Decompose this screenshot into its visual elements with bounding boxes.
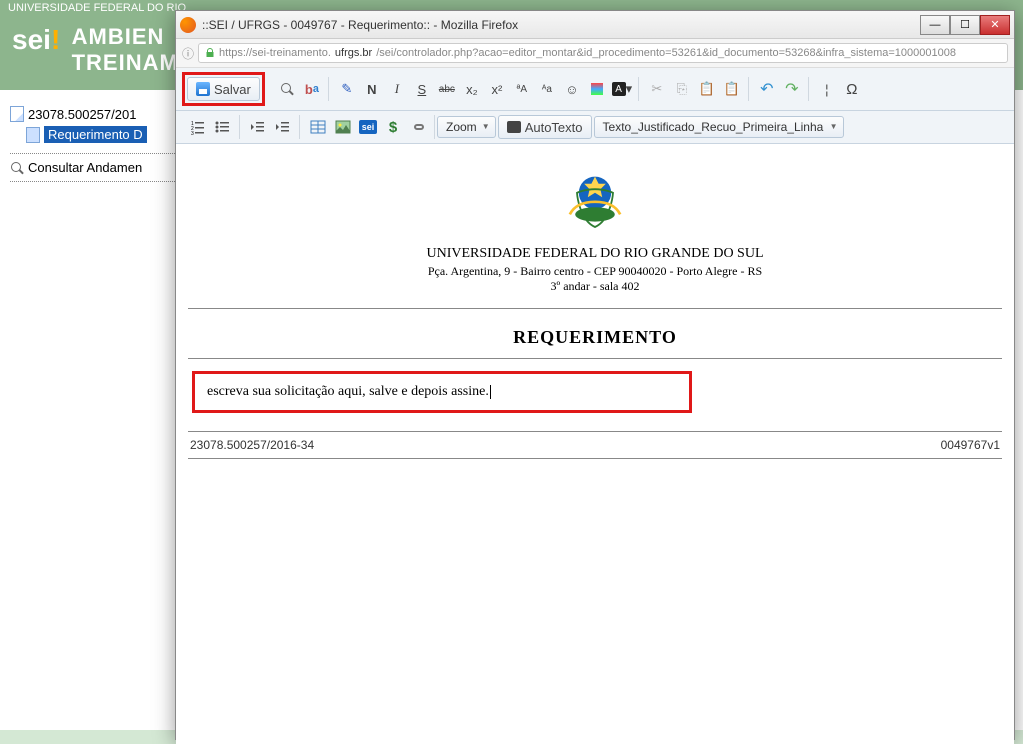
autotext-icon	[507, 121, 521, 133]
consult-label: Consultar Andamen	[28, 160, 142, 175]
emoji-button[interactable]: ☺	[560, 77, 584, 101]
outdent-button[interactable]	[246, 115, 270, 139]
doc-title-block: REQUERIMENTO	[188, 309, 1002, 359]
url-rest: /sei/controlador.php?acao=editor_montar&…	[376, 47, 956, 59]
tree-child-label: Requerimento D	[44, 126, 147, 143]
folder-icon	[10, 106, 24, 122]
university-address: Pça. Argentina, 9 - Bairro centro - CEP …	[198, 264, 992, 279]
document-icon	[26, 127, 40, 143]
window-title: ::SEI / UFRGS - 0049767 - Requerimento::…	[202, 18, 920, 32]
university-floor: 3º andar - sala 402	[198, 279, 992, 294]
lowercase-button[interactable]: ᴬa	[535, 77, 559, 101]
undo-button[interactable]: ↶	[755, 77, 779, 101]
paste-special-button[interactable]: 📋	[720, 77, 744, 101]
document-page: UNIVERSIDADE FEDERAL DO RIO GRANDE DO SU…	[188, 144, 1002, 459]
maximize-button[interactable]: ☐	[950, 15, 980, 35]
ordered-list-button[interactable]: 123	[186, 115, 210, 139]
zoom-dropdown[interactable]: Zoom	[437, 116, 496, 138]
save-button[interactable]: Salvar	[187, 77, 260, 101]
sei-button[interactable]: sei	[356, 115, 380, 139]
doc-body-block[interactable]: escreva sua solicitação aqui, salve e de…	[188, 359, 1002, 432]
minimize-button[interactable]: —	[920, 15, 950, 35]
separator-button[interactable]: ¦	[815, 77, 839, 101]
bold-button[interactable]: N	[360, 77, 384, 101]
university-name: UNIVERSIDADE FEDERAL DO RIO GRANDE DO SU…	[198, 246, 992, 262]
coat-of-arms-icon	[559, 164, 631, 236]
value-button[interactable]: $	[381, 115, 405, 139]
paste-button[interactable]: 📋	[695, 77, 719, 101]
autotext-button[interactable]: AutoTexto	[498, 115, 592, 139]
unordered-list-button[interactable]	[211, 115, 235, 139]
tree-root-label: 23078.500257/201	[28, 107, 136, 122]
search-icon	[280, 82, 294, 96]
superscript-button[interactable]: x²	[485, 77, 509, 101]
document-area[interactable]: UNIVERSIDADE FEDERAL DO RIO GRANDE DO SU…	[176, 144, 1014, 744]
firefox-popup: ::SEI / UFRGS - 0049767 - Requerimento::…	[175, 10, 1015, 740]
save-highlight: Salvar	[182, 72, 265, 106]
editor-toolbar-1: Salvar ba ✎ N I S abc x₂ x² ªA ᴬa ☺ A▾ ✂…	[176, 68, 1014, 111]
search-icon	[10, 161, 24, 175]
textcolor-button[interactable]: A▾	[610, 77, 634, 101]
url-prefix: https://sei-treinamento.	[219, 47, 331, 59]
window-titlebar[interactable]: ::SEI / UFRGS - 0049767 - Requerimento::…	[176, 11, 1014, 39]
autotext-label: AutoTexto	[525, 120, 583, 135]
copy-button[interactable]: ⎘	[670, 77, 694, 101]
editor-toolbar-2: 123 sei $ Zoom	[176, 111, 1014, 144]
lock-icon	[205, 48, 215, 58]
find-button[interactable]	[275, 77, 299, 101]
body-highlight: escreva sua solicitação aqui, salve e de…	[192, 371, 692, 413]
underline-button[interactable]: S	[410, 77, 434, 101]
address-bar[interactable]: https://sei-treinamento. ufrgs.br/sei/con…	[198, 43, 1008, 63]
bgcolor-button[interactable]	[585, 77, 609, 101]
redo-button[interactable]: ↷	[780, 77, 804, 101]
doc-header: UNIVERSIDADE FEDERAL DO RIO GRANDE DO SU…	[188, 144, 1002, 309]
save-label: Salvar	[214, 82, 251, 97]
footer-version: 0049767v1	[941, 438, 1000, 452]
image-button[interactable]	[331, 115, 355, 139]
style-dropdown[interactable]: Texto_Justificado_Recuo_Primeira_Linha	[594, 116, 844, 138]
link-button[interactable]	[406, 115, 430, 139]
doc-title: REQUERIMENTO	[188, 327, 1002, 348]
highlight-button[interactable]: ba	[300, 77, 324, 101]
footer-process: 23078.500257/2016-34	[190, 438, 314, 452]
disk-icon	[196, 82, 210, 96]
close-button[interactable]: ✕	[980, 15, 1010, 35]
cut-button[interactable]: ✂	[645, 77, 669, 101]
italic-button[interactable]: I	[385, 77, 409, 101]
svg-text:3: 3	[191, 131, 194, 135]
url-domain: ufrgs.br	[335, 47, 372, 59]
special-char-button[interactable]: Ω	[840, 77, 864, 101]
table-button[interactable]	[306, 115, 330, 139]
doc-body-text[interactable]: escreva sua solicitação aqui, salve e de…	[207, 384, 491, 399]
firefox-icon	[180, 17, 196, 33]
sei-logo: sei!	[12, 24, 60, 56]
info-icon[interactable]: ⓘ	[182, 45, 194, 62]
doc-footer: 23078.500257/2016-34 0049767v1	[188, 432, 1002, 459]
subscript-button[interactable]: x₂	[460, 77, 484, 101]
indent-button[interactable]	[271, 115, 295, 139]
window-controls: — ☐ ✕	[920, 15, 1010, 35]
address-bar-row: ⓘ https://sei-treinamento. ufrgs.br/sei/c…	[176, 39, 1014, 68]
strikethrough-button[interactable]: abc	[435, 77, 459, 101]
uppercase-button[interactable]: ªA	[510, 77, 534, 101]
remove-format-button[interactable]: ✎	[335, 77, 359, 101]
